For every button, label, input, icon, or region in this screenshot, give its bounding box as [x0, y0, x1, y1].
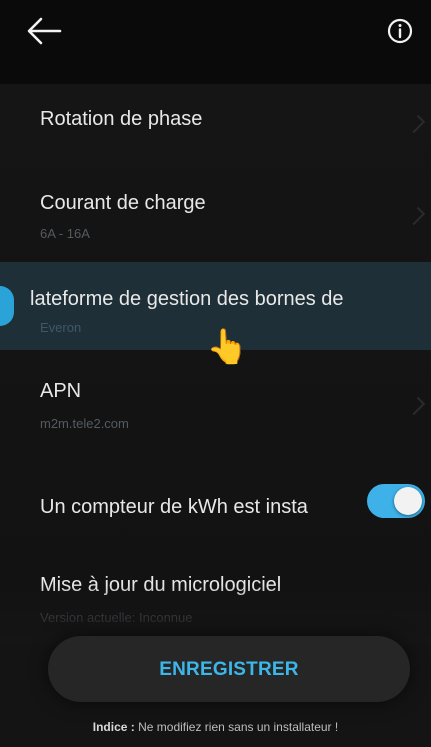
item-title: APN: [40, 380, 82, 402]
item-subtitle: Everon: [40, 320, 82, 335]
hint-text: Indice : Ne modifiez rien sans un instal…: [0, 720, 431, 734]
save-button-label: ENREGISTRER: [159, 659, 299, 680]
list-item-rotation-phase[interactable]: Rotation de phase: [0, 84, 431, 164]
kwh-meter-toggle[interactable]: [367, 484, 425, 518]
arrow-left-icon[interactable]: [26, 16, 62, 46]
item-subtitle: 6A - 16A: [40, 226, 90, 241]
item-subtitle: m2m.tele2.com: [40, 416, 129, 431]
save-button[interactable]: ENREGISTRER: [48, 636, 410, 702]
list-item-mise-a-jour[interactable]: Mise à jour du micrologiciel Version act…: [0, 564, 431, 644]
chevron-right-icon: [406, 114, 426, 134]
list-item-compteur-kwh[interactable]: Un compteur de kWh est insta: [0, 464, 431, 544]
item-title: Rotation de phase: [40, 108, 203, 130]
item-title: lateforme de gestion des bornes de: [30, 288, 344, 310]
item-title: Mise à jour du micrologiciel: [40, 574, 282, 596]
info-circle-icon[interactable]: [387, 18, 413, 44]
item-title: Courant de charge: [40, 192, 206, 214]
chevron-right-icon: [406, 396, 426, 416]
list-item-apn[interactable]: APN m2m.tele2.com: [0, 370, 431, 450]
hint-prefix: Indice :: [92, 720, 135, 734]
drag-handle[interactable]: [0, 286, 14, 326]
list-item-courant-charge[interactable]: Courant de charge 6A - 16A: [0, 176, 431, 256]
top-bar: [0, 0, 431, 84]
toggle-knob: [394, 487, 422, 515]
chevron-right-icon: [406, 206, 426, 226]
hint-message: Ne modifiez rien sans un installateur !: [134, 720, 339, 734]
item-title: Un compteur de kWh est insta: [40, 496, 308, 518]
item-subtitle: Version actuelle: Inconnue: [40, 610, 193, 625]
hand-pointer-icon: 👆: [206, 328, 249, 366]
